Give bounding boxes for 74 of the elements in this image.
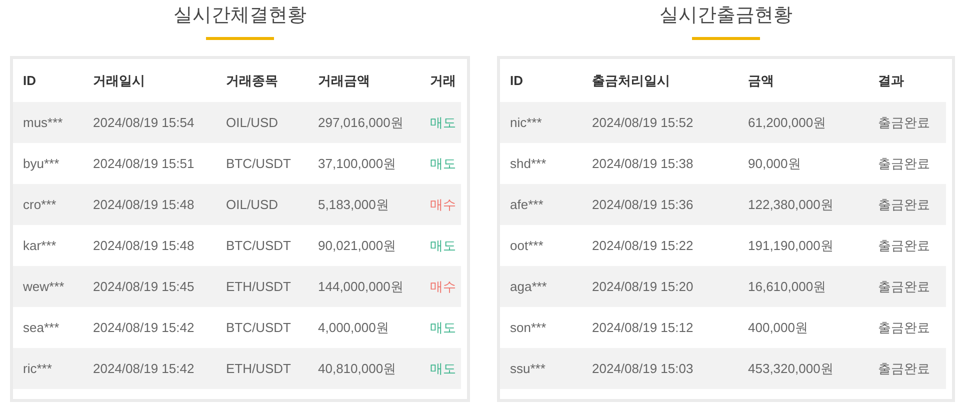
column-header: 거래금액 xyxy=(318,72,371,90)
table-cell-text: BTC/USDT xyxy=(226,238,292,253)
table-cell-text: 2024/08/19 15:52 xyxy=(592,115,694,130)
table-cell-text: 출금완료 xyxy=(878,114,931,132)
table-cell-text: byu*** xyxy=(23,156,60,171)
trade-side: 매수 xyxy=(430,278,457,296)
table-cell-text: son*** xyxy=(510,320,548,335)
trade-side: 매도 xyxy=(430,114,457,132)
table-cell-text: mus*** xyxy=(23,115,64,130)
table-cell-text: afe*** xyxy=(510,197,544,212)
table-cell-text: shd*** xyxy=(510,156,548,171)
section-title: 실시간출금현황 xyxy=(660,4,792,28)
table-cell-text: 출금완료 xyxy=(878,360,931,378)
table-cell-text: 출금완료 xyxy=(878,154,931,172)
table-cell-text: 2024/08/19 15:03 xyxy=(592,361,694,376)
table-cell-text: nic*** xyxy=(510,115,543,130)
table-cell-text: kar*** xyxy=(23,238,58,253)
column-header: 거래종목 xyxy=(226,72,279,90)
table-cell-text: 453,320,000원 xyxy=(748,360,834,378)
table-cell-text: 5,183,000원 xyxy=(318,196,390,214)
column-header: 결과 xyxy=(878,72,905,90)
table-cell-text: ssu*** xyxy=(510,361,546,376)
table-cell-text: 4,000,000원 xyxy=(318,318,390,336)
table-cell-text: 191,190,000원 xyxy=(748,236,834,254)
table-cell-text: 2024/08/19 15:48 xyxy=(93,238,196,253)
table-cell-text: 2024/08/19 15:12 xyxy=(592,320,694,335)
table-cell-text: 2024/08/19 15:38 xyxy=(592,156,694,171)
table-cell-text: 16,610,000원 xyxy=(748,278,828,296)
table-cell-text: ric*** xyxy=(23,361,53,376)
table-cell-text: 2024/08/19 15:42 xyxy=(93,361,196,376)
table-cell-text: 2024/08/19 15:54 xyxy=(93,115,196,130)
trade-side: 매도 xyxy=(430,236,457,254)
column-header: 출금처리일시 xyxy=(592,72,671,90)
column-header: ID xyxy=(23,73,37,88)
table-cell-text: 출금완료 xyxy=(878,318,931,336)
table-cell-text: 출금완료 xyxy=(878,278,931,296)
table-cell-text: 2024/08/19 15:22 xyxy=(592,238,694,253)
table-cell-text: sea*** xyxy=(23,320,60,335)
column-header: 금액 xyxy=(748,72,775,90)
table-cell-text: 144,000,000원 xyxy=(318,278,404,296)
table-cell-text: 400,000원 xyxy=(748,318,809,336)
table-cell-text: OIL/USD xyxy=(226,115,280,130)
table-cell-text: 2024/08/19 15:20 xyxy=(592,279,694,294)
table-cell-text: 90,000원 xyxy=(748,154,802,172)
table-cell-text: 90,021,000원 xyxy=(318,236,398,254)
table-cell-text: 297,016,000원 xyxy=(318,114,404,132)
table-cell-text: 40,810,000원 xyxy=(318,360,398,378)
trade-side: 매도 xyxy=(430,318,457,336)
table-cell-text: cro*** xyxy=(23,197,58,212)
table-cell-text: OIL/USD xyxy=(226,197,280,212)
trade-side: 매도 xyxy=(430,154,457,172)
table-cell-text: BTC/USDT xyxy=(226,320,292,335)
table-cell-text: aga*** xyxy=(510,279,548,294)
table-cell-text: 2024/08/19 15:42 xyxy=(93,320,196,335)
table-cell-text: ETH/USDT xyxy=(226,361,292,376)
table-cell-text: BTC/USDT xyxy=(226,156,292,171)
column-header: ID xyxy=(510,73,524,88)
table-cell-text: 2024/08/19 15:36 xyxy=(592,197,694,212)
table-cell-text: 2024/08/19 15:51 xyxy=(93,156,196,171)
column-header: 거래일시 xyxy=(93,72,146,90)
table-cell-text: ETH/USDT xyxy=(226,279,292,294)
column-header: 거래 xyxy=(430,72,457,90)
section-title: 실시간체결현황 xyxy=(174,4,306,28)
table-cell-text: 61,200,000원 xyxy=(748,114,828,132)
table-cell-text: 2024/08/19 15:45 xyxy=(93,279,196,294)
table-cell-text: 출금완료 xyxy=(878,236,931,254)
trade-side: 매수 xyxy=(430,196,457,214)
table-cell-text: 2024/08/19 15:48 xyxy=(93,197,196,212)
table-cell-text: 출금완료 xyxy=(878,196,931,214)
trade-side: 매도 xyxy=(430,360,457,378)
table-cell-text: 122,380,000원 xyxy=(748,196,834,214)
table-cell-text: oot*** xyxy=(510,238,544,253)
table-cell-text: wew*** xyxy=(23,279,66,294)
table-cell-text: 37,100,000원 xyxy=(318,154,398,172)
